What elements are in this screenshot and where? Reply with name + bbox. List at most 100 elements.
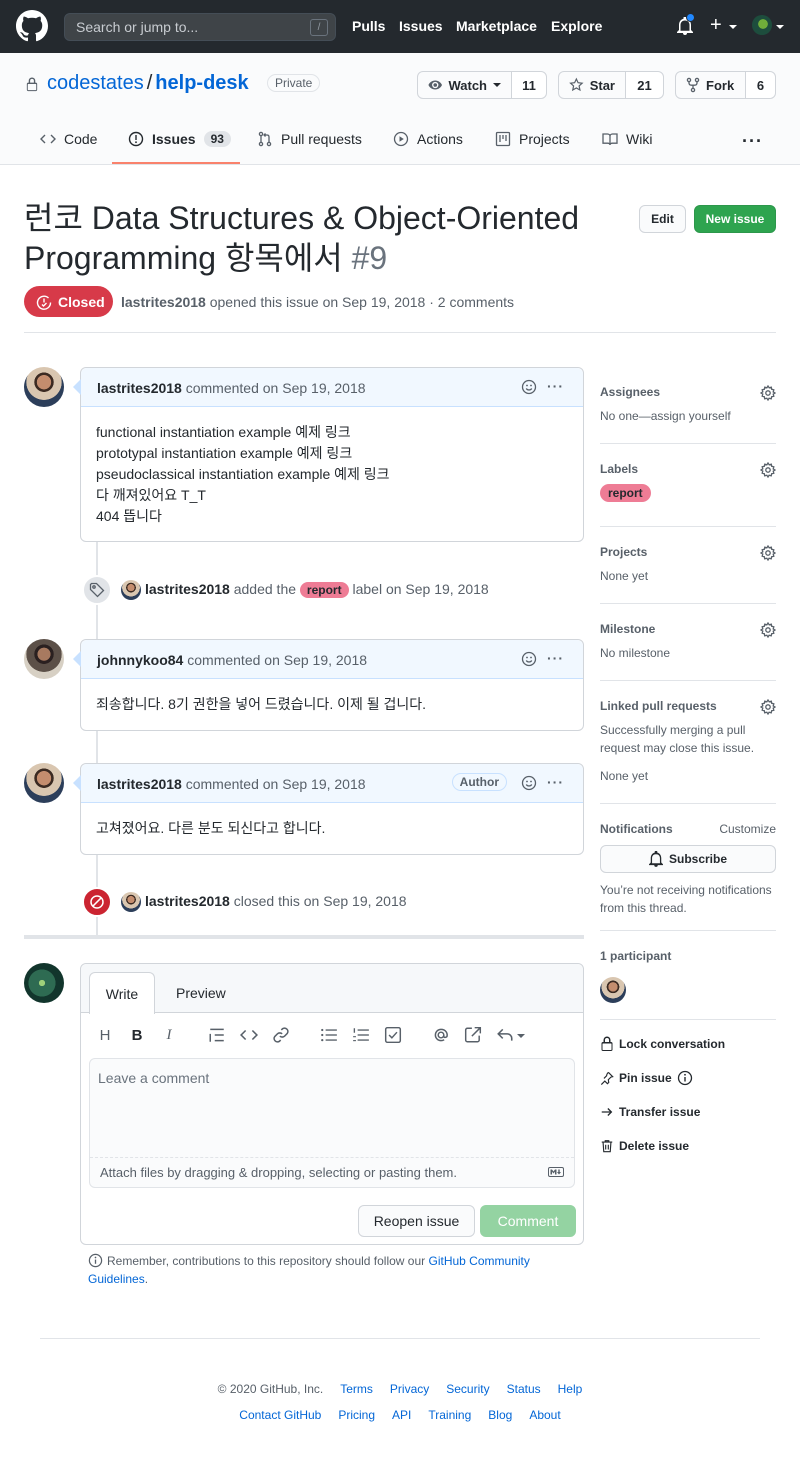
reopen-issue-button[interactable]: Reopen issue bbox=[358, 1205, 475, 1237]
footer-link-contact[interactable]: Contact GitHub bbox=[239, 1408, 321, 1422]
comment-options-button[interactable]: ··· bbox=[547, 774, 564, 790]
code-icon[interactable] bbox=[240, 1026, 258, 1044]
tab-write[interactable]: Write bbox=[89, 972, 155, 1014]
footer-link-about[interactable]: About bbox=[529, 1408, 560, 1422]
footer-link-help[interactable]: Help bbox=[558, 1382, 583, 1396]
italic-icon[interactable]: I bbox=[160, 1026, 178, 1044]
comment-timestamp[interactable]: commented on Sep 19, 2018 bbox=[187, 652, 367, 668]
avatar[interactable] bbox=[24, 639, 64, 679]
reply-icon[interactable] bbox=[496, 1026, 514, 1044]
event-actor-link[interactable]: lastrites2018 bbox=[145, 581, 230, 597]
comment-author-link[interactable]: lastrites2018 bbox=[97, 380, 182, 396]
github-logo-icon[interactable] bbox=[16, 10, 48, 42]
tab-issues[interactable]: Issues 93 bbox=[128, 131, 231, 147]
comment-textarea[interactable] bbox=[90, 1059, 574, 1157]
search-input[interactable]: Search or jump to... bbox=[76, 19, 198, 35]
comment-timestamp[interactable]: commented on Sep 19, 2018 bbox=[186, 380, 366, 396]
milestone-value: No milestone bbox=[600, 646, 671, 660]
bold-icon[interactable]: B bbox=[128, 1026, 146, 1044]
tab-pull-requests[interactable]: Pull requests bbox=[257, 131, 362, 147]
comment-options-button[interactable]: ··· bbox=[547, 378, 564, 394]
tab-projects[interactable]: Projects bbox=[495, 131, 570, 147]
nav-explore[interactable]: Explore bbox=[551, 18, 602, 34]
plus-icon[interactable]: + bbox=[710, 15, 722, 35]
lock-conversation-button[interactable]: Lock conversation bbox=[600, 1036, 725, 1052]
comment-options-button[interactable]: ··· bbox=[547, 650, 564, 666]
task-list-icon[interactable] bbox=[384, 1026, 402, 1044]
gear-icon[interactable] bbox=[760, 622, 776, 638]
gear-icon[interactable] bbox=[760, 462, 776, 478]
comment-author-link[interactable]: lastrites2018 bbox=[97, 776, 182, 792]
label-report[interactable]: report bbox=[600, 484, 651, 502]
chevron-down-icon bbox=[776, 25, 784, 29]
user-avatar[interactable] bbox=[752, 15, 772, 35]
avatar[interactable] bbox=[121, 580, 141, 600]
comment-button[interactable]: Comment bbox=[480, 1205, 576, 1237]
quote-icon[interactable] bbox=[208, 1026, 226, 1044]
footer-link-pricing[interactable]: Pricing bbox=[338, 1408, 375, 1422]
footer-link-terms[interactable]: Terms bbox=[340, 1382, 373, 1396]
comment-timestamp[interactable]: commented on Sep 19, 2018 bbox=[186, 776, 366, 792]
global-search[interactable]: Search or jump to... / bbox=[64, 13, 336, 41]
customize-notifications-link[interactable]: Customize bbox=[719, 822, 776, 836]
transfer-issue-button[interactable]: Transfer issue bbox=[600, 1104, 700, 1120]
avatar[interactable] bbox=[24, 367, 64, 407]
heading-icon[interactable]: H bbox=[96, 1026, 114, 1044]
nav-marketplace[interactable]: Marketplace bbox=[456, 18, 537, 34]
avatar[interactable] bbox=[121, 892, 141, 912]
link-icon[interactable] bbox=[272, 1026, 290, 1044]
comment-author-link[interactable]: johnnykoo84 bbox=[97, 652, 183, 668]
watch-button[interactable]: Watch bbox=[418, 72, 512, 98]
smiley-icon[interactable] bbox=[521, 651, 537, 667]
tab-code[interactable]: Code bbox=[40, 131, 97, 147]
pin-issue-button[interactable]: Pin issue bbox=[600, 1070, 693, 1086]
fork-button[interactable]: Fork bbox=[676, 72, 746, 98]
label-report[interactable]: report bbox=[299, 582, 349, 598]
footer-link-security[interactable]: Security bbox=[446, 1382, 489, 1396]
event-actor-link[interactable]: lastrites2018 bbox=[145, 893, 230, 909]
tab-preview[interactable]: Preview bbox=[176, 985, 226, 1001]
mention-icon[interactable] bbox=[432, 1026, 450, 1044]
footer-link-privacy[interactable]: Privacy bbox=[390, 1382, 429, 1396]
footer-link-training[interactable]: Training bbox=[428, 1408, 471, 1422]
smiley-icon[interactable] bbox=[521, 379, 537, 395]
footer-link-blog[interactable]: Blog bbox=[488, 1408, 512, 1422]
smiley-icon[interactable] bbox=[521, 775, 537, 791]
sidebar-title: 1 participant bbox=[600, 949, 672, 963]
assign-yourself-link[interactable]: No one—assign yourself bbox=[600, 407, 776, 425]
delete-issue-button[interactable]: Delete issue bbox=[600, 1138, 689, 1154]
issue-author-link[interactable]: lastrites2018 bbox=[121, 294, 206, 310]
tab-wiki[interactable]: Wiki bbox=[602, 131, 652, 147]
ordered-list-icon[interactable] bbox=[352, 1026, 370, 1044]
star-count[interactable]: 21 bbox=[626, 72, 663, 98]
gear-icon[interactable] bbox=[760, 699, 776, 715]
gear-icon[interactable] bbox=[760, 545, 776, 561]
file-attachment-dropzone[interactable]: Attach files by dragging & dropping, sel… bbox=[90, 1157, 574, 1187]
cross-reference-icon[interactable] bbox=[464, 1026, 482, 1044]
avatar[interactable] bbox=[24, 963, 64, 1003]
footer-link-status[interactable]: Status bbox=[507, 1382, 541, 1396]
nav-issues[interactable]: Issues bbox=[399, 18, 443, 34]
avatar[interactable] bbox=[24, 763, 64, 803]
watch-count[interactable]: 11 bbox=[512, 72, 546, 98]
chevron-down-icon[interactable] bbox=[517, 1034, 525, 1038]
unordered-list-icon[interactable] bbox=[320, 1026, 338, 1044]
info-icon[interactable] bbox=[677, 1070, 693, 1086]
new-issue-button[interactable]: New issue bbox=[694, 205, 776, 233]
subscribe-button[interactable]: Subscribe bbox=[600, 845, 776, 873]
participant-avatar[interactable] bbox=[600, 977, 626, 1003]
more-tabs-button[interactable]: ··· bbox=[742, 131, 763, 152]
footer-divider bbox=[40, 1338, 760, 1339]
footer-link-api[interactable]: API bbox=[392, 1408, 411, 1422]
repo-name-link[interactable]: help-desk bbox=[155, 72, 248, 94]
fork-count[interactable]: 6 bbox=[746, 72, 775, 98]
gear-icon[interactable] bbox=[760, 385, 776, 401]
markdown-icon[interactable] bbox=[548, 1167, 564, 1177]
transfer-issue-label: Transfer issue bbox=[619, 1105, 701, 1119]
repo-owner-link[interactable]: codestates bbox=[47, 72, 144, 94]
sidebar-participants: 1 participant bbox=[600, 949, 776, 1003]
edit-title-button[interactable]: Edit bbox=[639, 205, 686, 233]
tab-actions[interactable]: Actions bbox=[393, 131, 463, 147]
nav-pulls[interactable]: Pulls bbox=[352, 18, 385, 34]
star-button[interactable]: Star bbox=[559, 72, 626, 98]
